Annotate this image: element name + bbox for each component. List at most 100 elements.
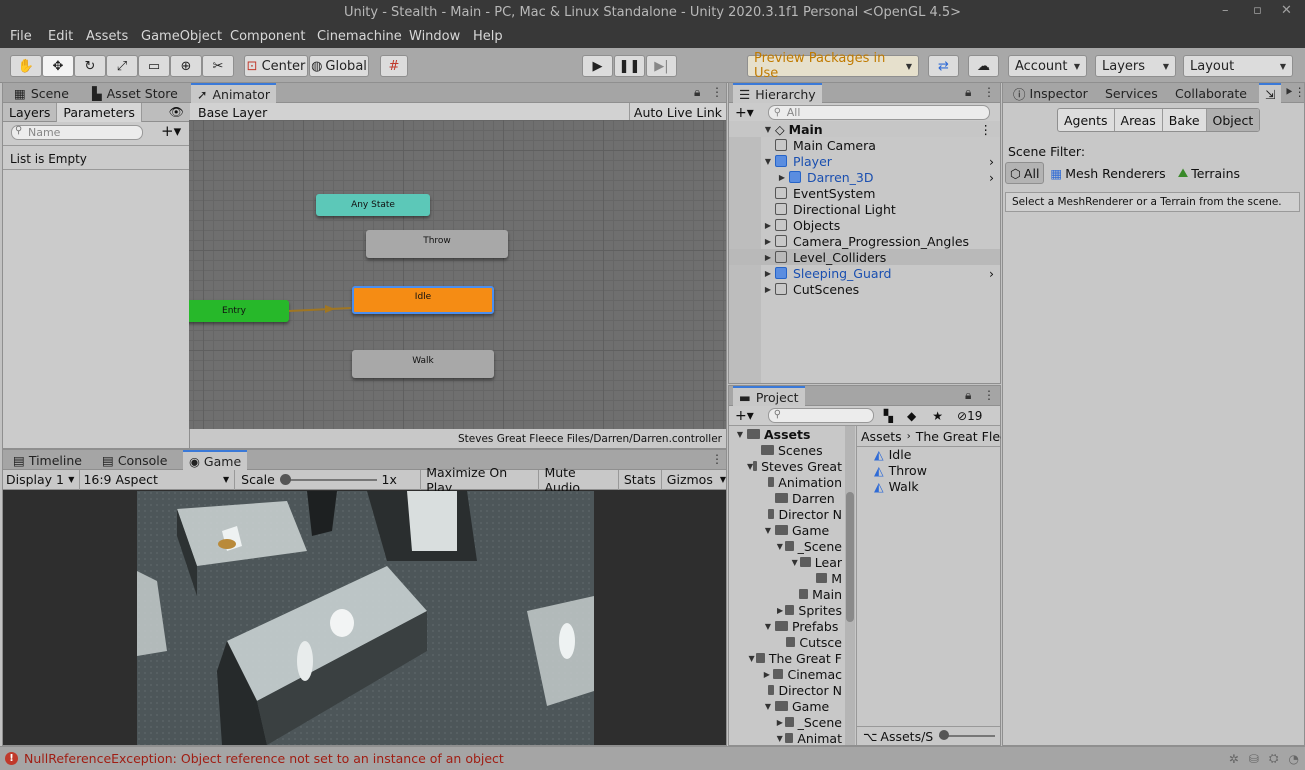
cloud-icon[interactable]: ☁	[968, 55, 999, 77]
project-tree-item[interactable]: Cutsce	[729, 634, 842, 650]
filter-by-label-icon[interactable]: ◆	[907, 409, 916, 423]
project-tree-item[interactable]: Darren	[729, 490, 842, 506]
maximize-on-play-toggle[interactable]: Maximize On Play	[420, 465, 538, 495]
project-tree-item[interactable]: ▶ Cinemac	[729, 666, 842, 682]
project-search-input[interactable]: ⚲	[767, 408, 874, 423]
hierarchy-item[interactable]: ▶ Camera_Progression_Angles	[729, 233, 1000, 249]
transform-tool-icon[interactable]: ⊕	[170, 55, 202, 77]
account-dropdown[interactable]: Account	[1008, 55, 1087, 77]
bug-report-icon[interactable]: ✲	[1229, 752, 1239, 766]
pause-button[interactable]: ❚❚	[614, 55, 645, 77]
project-tree-item[interactable]: Director N	[729, 682, 842, 698]
create-button[interactable]: +▾	[735, 408, 754, 424]
project-tree-item[interactable]: ▼ Lear	[729, 554, 842, 570]
project-tree-item[interactable]: ▶ _Scene	[729, 714, 842, 730]
project-tree-item[interactable]: ▼ Game	[729, 698, 842, 714]
state-any-state[interactable]: Any State	[316, 194, 430, 216]
gizmos-dropdown[interactable]: Gizmos	[660, 469, 718, 490]
project-file-item[interactable]: ◭ Idle	[874, 446, 994, 462]
subtab-layers[interactable]: Layers	[3, 105, 56, 120]
project-tree-item[interactable]: ▼ The Great F	[729, 650, 842, 666]
project-tree-item[interactable]: ▶ Sprites	[729, 602, 842, 618]
menu-window[interactable]: Window	[409, 29, 460, 44]
expand-arrow-icon[interactable]: ▼	[761, 622, 775, 631]
expand-arrow-icon[interactable]: ▼	[733, 430, 747, 439]
chevron-down-icon[interactable]: ▼	[720, 475, 726, 484]
slider-thumb[interactable]	[939, 730, 950, 740]
step-button[interactable]: ▶|	[646, 55, 677, 77]
project-tree-item[interactable]: Director N	[729, 506, 842, 522]
project-tree-item[interactable]: Scenes	[729, 442, 842, 458]
status-error-message[interactable]: NullReferenceException: Object reference…	[24, 751, 504, 766]
lock-icon[interactable]: 🔒︎	[965, 85, 971, 100]
open-prefab-icon[interactable]: ›	[989, 266, 994, 281]
tab-inspector[interactable]: ⓘ Inspector	[1007, 83, 1094, 103]
expand-arrow-icon[interactable]: ▼	[775, 734, 785, 743]
menu-help[interactable]: Help	[473, 29, 503, 44]
move-tool-icon[interactable]: ✥	[42, 55, 74, 77]
filter-mesh-renderers-button[interactable]: ▦ Mesh Renderers	[1044, 162, 1171, 184]
rotate-tool-icon[interactable]: ↻	[74, 55, 106, 77]
state-idle[interactable]: Idle	[352, 286, 494, 314]
panel-menu-icon[interactable]: ⋮	[983, 388, 995, 402]
project-tree-item[interactable]: Main	[729, 586, 842, 602]
hierarchy-item[interactable]: ▶ Level_Colliders	[729, 249, 1000, 265]
expand-arrow-icon[interactable]: ▶	[761, 269, 775, 278]
animator-graph[interactable]: Any State Throw Idle Entry Walk	[189, 120, 726, 429]
project-tree-item[interactable]: ▼ Game	[729, 522, 842, 538]
tab-services[interactable]: Services	[1099, 83, 1164, 103]
project-file-item[interactable]: ◭ Throw	[874, 462, 994, 478]
project-tree-item[interactable]: M	[729, 570, 842, 586]
state-throw[interactable]: Throw	[366, 230, 508, 258]
breadcrumb-base-layer[interactable]: Base Layer	[190, 105, 275, 120]
breadcrumb-assets[interactable]: Assets	[861, 429, 902, 444]
project-tree-item[interactable]: Animation	[729, 474, 842, 490]
subtab-parameters[interactable]: Parameters	[56, 102, 142, 122]
custom-tool-icon[interactable]: ✂	[202, 55, 234, 77]
panel-menu-icon[interactable]: ⋮	[711, 85, 723, 99]
aspect-dropdown[interactable]: 16:9 Aspect ▼	[80, 469, 236, 490]
scrollbar-thumb[interactable]	[846, 492, 854, 622]
cache-server-icon[interactable]: ⛁	[1249, 752, 1259, 766]
tab-timeline[interactable]: ▤ Timeline	[7, 450, 88, 470]
expand-arrow-icon[interactable]: ▼	[761, 157, 775, 166]
tab-animator[interactable]: ➚ Animator	[191, 83, 276, 103]
favorites-star-icon[interactable]: ★	[932, 409, 943, 423]
expand-arrow-icon[interactable]: ▶	[775, 173, 789, 182]
rect-tool-icon[interactable]: ▭	[138, 55, 170, 77]
tab-project[interactable]: ▬ Project	[733, 386, 805, 406]
hierarchy-item[interactable]: Directional Light	[729, 201, 1000, 217]
tab-asset-store[interactable]: ▙ Asset Store	[86, 83, 184, 103]
hierarchy-item[interactable]: ▶ Objects	[729, 217, 1000, 233]
preview-packages-dropdown[interactable]: Preview Packages in Use	[747, 51, 919, 81]
menu-file[interactable]: File	[10, 29, 32, 44]
expand-arrow-icon[interactable]: ▼	[747, 654, 756, 663]
expand-arrow-icon[interactable]: ▶	[761, 221, 775, 230]
maximize-icon[interactable]: ▫	[1253, 3, 1262, 18]
hierarchy-item[interactable]: ▼ Player ›	[729, 153, 1000, 169]
expand-arrow-icon[interactable]: ▼	[775, 542, 785, 551]
pivot-mode-button[interactable]: ⊡ Center	[244, 55, 308, 77]
hierarchy-item[interactable]: Main Camera	[729, 137, 1000, 153]
close-icon[interactable]: ✕	[1281, 3, 1292, 18]
hand-tool-icon[interactable]: ✋	[10, 55, 42, 77]
expand-arrow-icon[interactable]: ▶	[761, 237, 775, 246]
tab-navigation[interactable]: ⇲	[1259, 83, 1281, 103]
eye-icon[interactable]: 👁︎	[169, 105, 184, 119]
debug-mode-icon[interactable]: ⛭	[1269, 751, 1279, 766]
status-bar[interactable]: ! NullReferenceException: Object referen…	[0, 746, 1305, 770]
expand-arrow-icon[interactable]: ▼	[761, 526, 775, 535]
create-button[interactable]: +▾	[735, 105, 754, 121]
menu-assets[interactable]: Assets	[86, 29, 128, 44]
open-prefab-icon[interactable]: ›	[989, 154, 994, 169]
expand-arrow-icon[interactable]: ▶	[761, 285, 775, 294]
scale-tool-icon[interactable]: ⤢	[106, 55, 138, 77]
stats-toggle[interactable]: Stats	[617, 469, 661, 490]
hierarchy-scene-row[interactable]: ▼ ◇ Main ⋮	[729, 121, 1000, 137]
hierarchy-item[interactable]: ▶ Darren_3D ›	[729, 169, 1000, 185]
expand-arrow-icon[interactable]: ▶	[761, 253, 775, 262]
pivot-space-button[interactable]: ◍ Global	[309, 55, 369, 77]
lock-icon[interactable]: 🔒︎	[965, 388, 971, 403]
project-tree-item[interactable]: ▼ Steves Great	[729, 458, 842, 474]
panel-menu-icon[interactable]: ⋮	[983, 85, 995, 99]
